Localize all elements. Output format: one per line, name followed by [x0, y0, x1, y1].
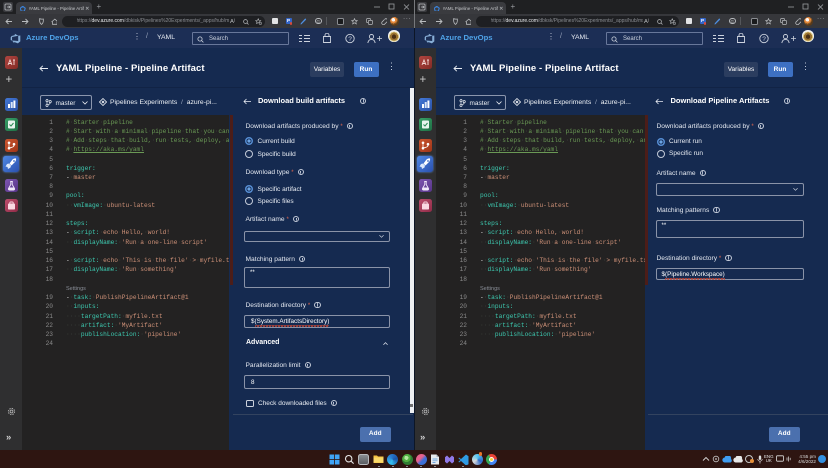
svg-text:?: ? — [348, 35, 352, 42]
svg-text:?: ? — [762, 35, 766, 42]
